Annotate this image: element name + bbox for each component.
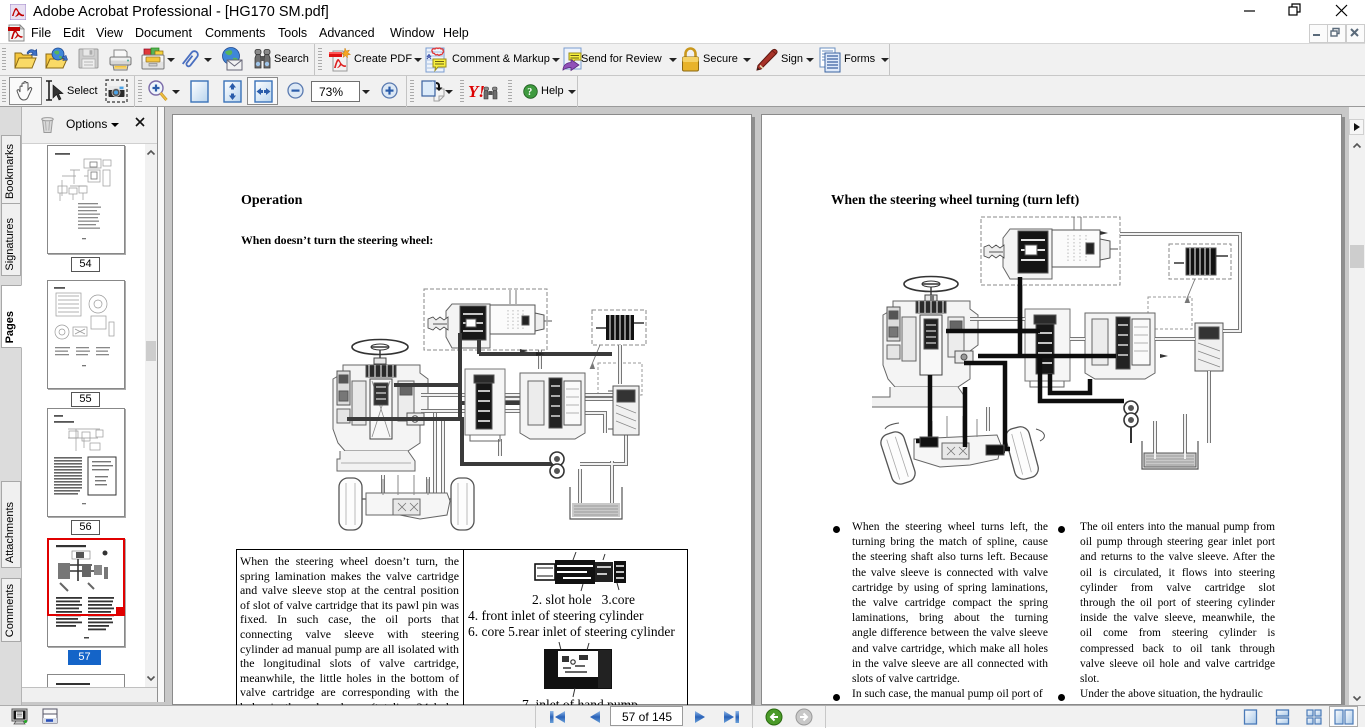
svg-text:?: ? (527, 87, 532, 98)
svg-text:Y!: Y! (468, 82, 485, 101)
